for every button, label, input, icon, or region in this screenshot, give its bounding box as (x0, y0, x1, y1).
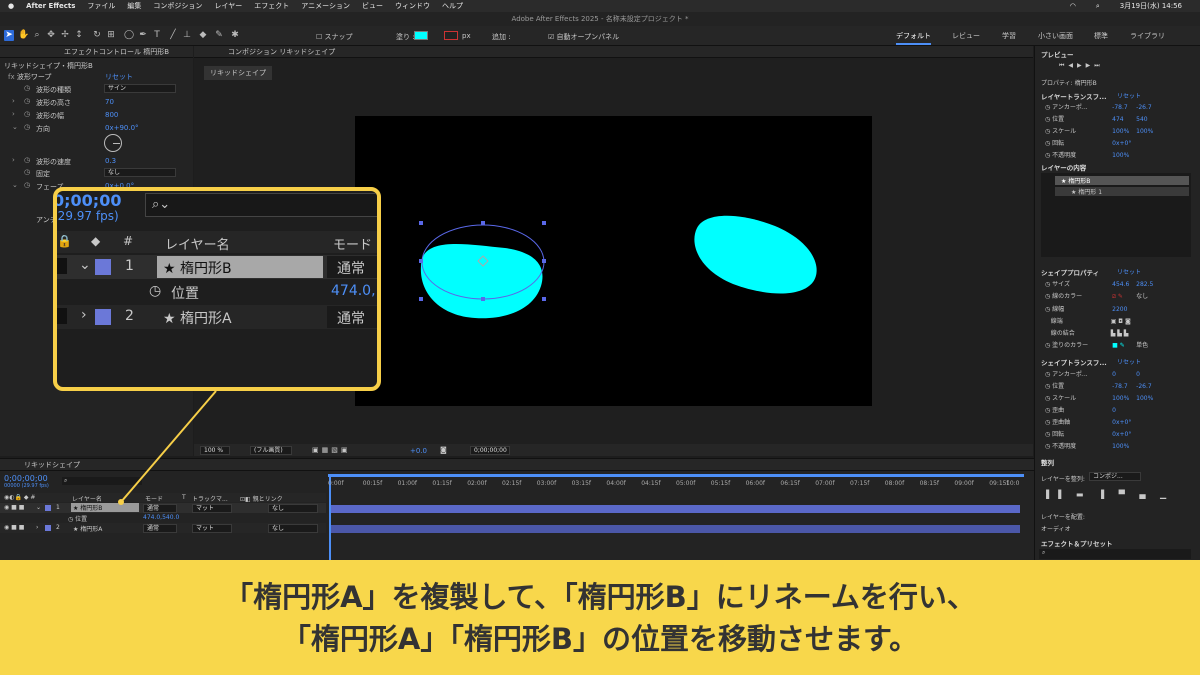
tutorial-caption: 「楕円形A」を複製して、「楕円形B」にリネームを行い、 「楕円形A」「楕円形B」… (0, 560, 1200, 675)
zoom-layer-name-a: ★ 楕円形A (163, 311, 232, 327)
caption-line-2: 「楕円形A」「楕円形B」の位置を移動させます。 (281, 621, 919, 656)
zoom-search-icon: ⌕⌄ (152, 197, 171, 212)
stopwatch-icon: ◷ (149, 283, 162, 299)
zoom-row-position: ◷ 位置 474.0, (149, 283, 376, 302)
caption-line-1: 「楕円形A」を複製して、「楕円形B」にリネームを行い、 (224, 579, 976, 614)
lock-icon: 🔒 (57, 234, 72, 248)
zoom-fps: (29.97 fps) (53, 209, 119, 223)
zoom-timecode: 0;00;00 (53, 191, 122, 210)
zoom-header: 🔒 ◆ # レイヤー名 モード (57, 231, 377, 253)
zoom-callout: 0;00;00 (29.97 fps) ⌕⌄ 🔒 ◆ # レイヤー名 モード ⌄… (53, 187, 381, 391)
zoom-row-layer-1: ⌄ 1 ★ 楕円形B 通常 (57, 255, 377, 279)
zoom-layer-name-b: ★ 楕円形B (157, 256, 323, 278)
after-effects-screen: ● After Effects ファイル 編集 コンポジション レイヤー エフェ… (0, 0, 1200, 675)
zoom-row-layer-2: › 2 ★ 楕円形A 通常 (57, 305, 377, 329)
label-tag-icon: ◆ (91, 234, 101, 248)
zoom-label-color (95, 259, 111, 275)
zoom-search-input: ⌕⌄ (145, 193, 377, 217)
zoom-label-color (95, 309, 111, 325)
